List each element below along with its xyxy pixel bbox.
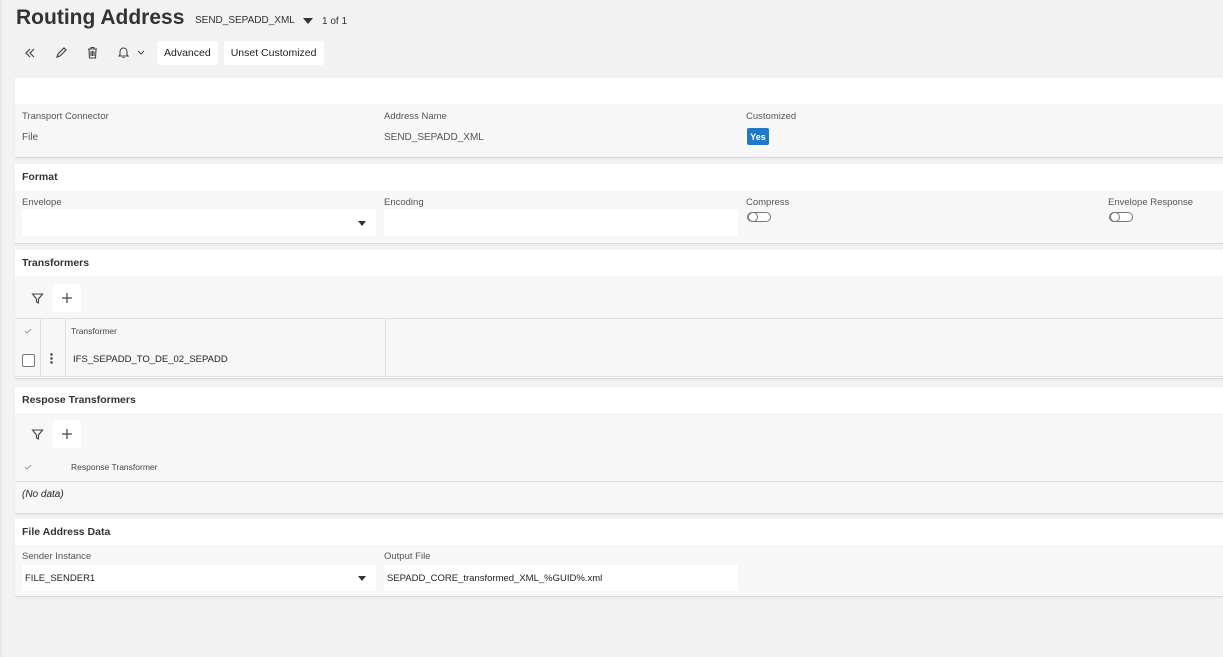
response-transformers-panel: Respose Transformers Response Transforme… [15, 387, 1223, 514]
trash-icon[interactable] [80, 41, 104, 65]
compress-label: Compress [746, 197, 790, 208]
address-name-label: Address Name [384, 111, 447, 122]
dropdown-caret-icon [358, 576, 366, 581]
output-file-value: SEPADD_CORE_transformed_XML_%GUID%.xml [387, 572, 603, 584]
filter-icon[interactable] [23, 420, 51, 448]
chevron-down-icon[interactable] [135, 41, 147, 65]
envelope-response-toggle[interactable] [1109, 211, 1133, 222]
record-selector[interactable]: SEND_SEPADD_XML [195, 15, 313, 26]
record-pager: 1 of 1 [322, 16, 348, 27]
compress-toggle[interactable] [747, 211, 771, 222]
general-panel: Transport Connector File Address Name SE… [15, 78, 1223, 158]
sender-instance-select[interactable]: FILE_SENDER1 [22, 565, 376, 591]
format-panel: Format Envelope Encoding Compress Envelo… [15, 164, 1223, 244]
encoding-input[interactable] [384, 210, 738, 236]
column-divider [385, 319, 386, 345]
sender-instance-label: Sender Instance [22, 551, 92, 562]
column-divider [40, 319, 41, 345]
column-divider [65, 344, 66, 376]
pencil-icon[interactable] [49, 41, 73, 65]
row-checkbox[interactable] [22, 354, 35, 367]
address-name-value: SEND_SEPADD_XML [384, 132, 484, 143]
double-chevron-left-icon[interactable] [18, 41, 42, 65]
customized-label: Customized [746, 111, 797, 122]
filter-icon[interactable] [23, 284, 51, 312]
file-address-title: File Address Data [15, 519, 1223, 545]
customized-badge: Yes [747, 128, 769, 145]
bell-icon[interactable] [111, 41, 135, 65]
select-all-check-icon[interactable] [24, 463, 32, 473]
no-data-message: (No data) [22, 489, 64, 500]
transformer-cell: IFS_SEPADD_TO_DE_02_SEPADD [73, 354, 228, 365]
general-panel-header [15, 78, 1223, 104]
column-divider [65, 319, 66, 345]
transport-connector-label: Transport Connector [22, 111, 109, 122]
column-divider [385, 344, 386, 376]
output-file-label: Output File [384, 551, 431, 562]
select-all-check-icon[interactable] [24, 327, 32, 337]
column-divider [40, 344, 41, 376]
transformer-column-header[interactable]: Transformer [71, 326, 117, 336]
advanced-button[interactable]: Advanced [157, 40, 218, 65]
record-selector-label: SEND_SEPADD_XML [195, 15, 295, 26]
response-grid-tools [23, 420, 83, 448]
envelope-label: Envelope [22, 197, 62, 208]
toggle-knob [748, 211, 758, 222]
add-icon[interactable] [53, 284, 81, 312]
table-row[interactable]: IFS_SEPADD_TO_DE_02_SEPADD [15, 344, 1223, 377]
page-title: Routing Address [16, 6, 185, 29]
transformers-panel: Transformers Transformer IFS_SEPADD_TO_D… [15, 250, 1223, 379]
dropdown-caret-icon [358, 221, 366, 226]
unset-customized-button[interactable]: Unset Customized [223, 40, 324, 65]
response-transformer-column-header[interactable]: Response Transformer [71, 462, 157, 472]
transformers-grid-tools [23, 284, 83, 312]
sender-instance-value: FILE_SENDER1 [25, 572, 96, 584]
format-title: Format [15, 164, 1223, 190]
transformers-grid-header: Transformer [15, 318, 1223, 346]
envelope-response-label: Envelope Response [1108, 197, 1194, 208]
response-transformers-title: Respose Transformers [15, 387, 1223, 413]
file-address-panel: File Address Data Sender Instance FILE_S… [15, 519, 1223, 597]
left-edge-divider [0, 0, 2, 657]
row-menu-icon[interactable] [50, 353, 53, 367]
toggle-knob [1110, 211, 1120, 222]
add-icon[interactable] [53, 420, 81, 448]
transport-connector-value: File [22, 132, 39, 143]
envelope-select[interactable] [22, 210, 376, 236]
command-toolbar: Advanced Unset Customized [18, 40, 330, 65]
response-grid-header: Response Transformer [15, 455, 1223, 482]
transformers-title: Transformers [15, 250, 1223, 276]
output-file-input[interactable]: SEPADD_CORE_transformed_XML_%GUID%.xml [384, 565, 738, 591]
caret-down-icon[interactable] [302, 17, 313, 24]
encoding-label: Encoding [384, 197, 424, 208]
